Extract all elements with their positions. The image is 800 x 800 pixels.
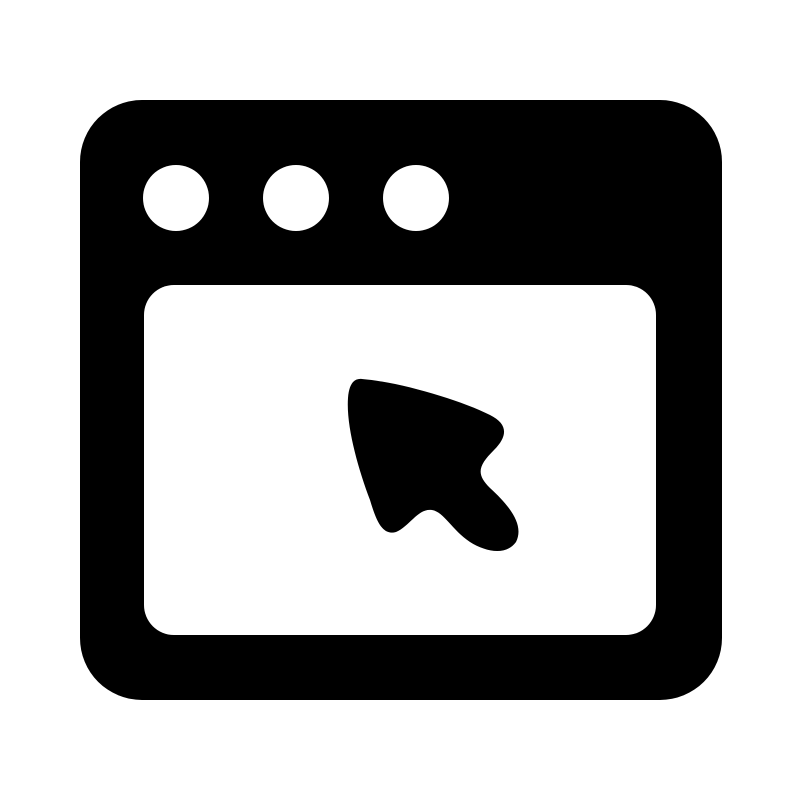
window-dot-3 <box>383 165 449 231</box>
window-dot-2 <box>263 165 329 231</box>
browser-window-cursor-icon <box>80 100 722 700</box>
window-dot-1 <box>143 165 209 231</box>
icon-canvas <box>0 0 800 800</box>
